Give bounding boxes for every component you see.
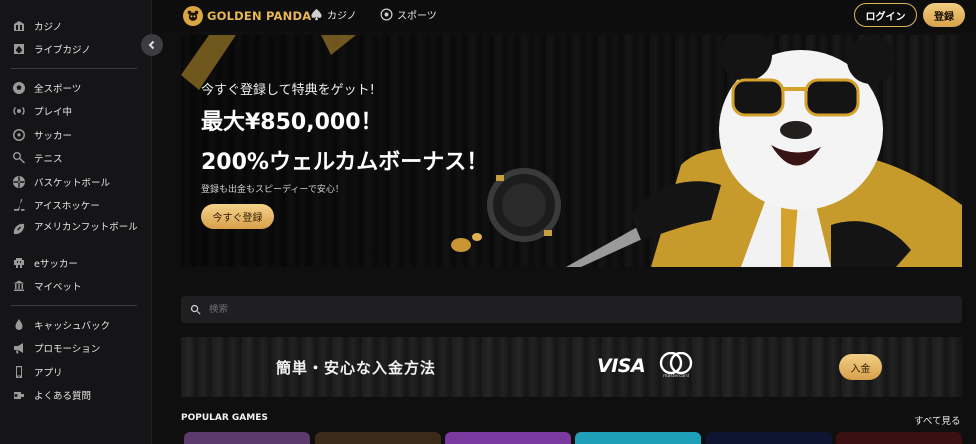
app-icon (11, 364, 26, 379)
sidebar-item-label: 全スポーツ (34, 83, 82, 95)
live-play-icon (11, 104, 26, 119)
register-button[interactable]: 登録 (923, 3, 965, 27)
hero-title-amount: 最大¥850,000！ (201, 110, 383, 135)
sidebar-item-basketball[interactable]: バスケットボール (0, 170, 151, 194)
search-input[interactable] (209, 304, 909, 315)
game-thumbnail[interactable] (575, 432, 701, 444)
mastercard-text: mastercard (663, 374, 689, 379)
sidebar-item-promotion[interactable]: プロモーション (0, 337, 151, 361)
sidebar-item-label: eサッカー (34, 258, 78, 270)
tennis-icon (11, 151, 26, 166)
game-thumbnail[interactable] (315, 432, 441, 444)
hero-note: 登録も出金もスピーディーで安心！ (201, 185, 344, 195)
sidebar-item-label: アイスホッケー (34, 201, 100, 213)
sidebar-item-label: キャッシュバック (34, 320, 111, 332)
deposit-title: 簡単・安心な入金方法 (276, 359, 437, 377)
hero-subtitle: 今すぐ登録して特典をゲット! (201, 83, 375, 98)
hero-title-bonus: 200%ウェルカムボーナス！ (201, 150, 489, 175)
cashback-icon (11, 317, 26, 332)
visa-logo: VISA (597, 355, 646, 377)
sidebar-item-label: バスケットボール (34, 177, 111, 189)
soccer-icon (11, 127, 26, 142)
sidebar-item-soccer[interactable]: サッカー (0, 123, 151, 147)
sidebar-item-app[interactable]: アプリ (0, 360, 151, 384)
nav-casino[interactable]: カジノ (310, 7, 357, 22)
game-thumbnail[interactable] (706, 432, 832, 444)
casino-icon (11, 18, 26, 33)
logo-text: GOLDEN PANDA (207, 9, 312, 23)
logo[interactable]: GOLDEN PANDA (183, 6, 311, 26)
sidebar-item-label: カジノ (34, 21, 63, 33)
sidebar-item-american-football[interactable]: アメリカンフットボール (0, 217, 151, 251)
deposit-banner: 簡単・安心な入金方法 VISA mastercard 入金 (181, 337, 962, 397)
sidebar-item-my-bets[interactable]: マイベット (0, 275, 151, 299)
app-root: カジノライブカジノ 全スポーツプレイ中サッカーテニスバスケットボール アイスホッケ… (0, 0, 976, 444)
sidebar-item-esoccer[interactable]: eサッカー (0, 251, 151, 275)
sidebar-item-label: プレイ中 (34, 107, 73, 119)
sports-ball-icon (380, 8, 393, 21)
hero-banner[interactable]: 今すぐ登録して特典をゲット! 最大¥850,000！ 200%ウェルカムボーナス… (181, 35, 962, 267)
panda-logo-icon (183, 6, 203, 26)
hero-register-button[interactable]: 今すぐ登録 (201, 204, 274, 229)
sidebar-collapse-button[interactable] (141, 34, 163, 56)
all-sports-icon (11, 80, 26, 95)
sidebar-item-live-casino[interactable]: ライブカジノ (0, 38, 151, 62)
nav-sports[interactable]: スポーツ (380, 7, 437, 22)
sidebar-item-label: ライブカジノ (34, 45, 91, 57)
american-football-icon (11, 221, 26, 236)
sidebar-item-label: テニス (34, 154, 63, 166)
deposit-button[interactable]: 入金 (839, 354, 882, 380)
login-button[interactable]: ログイン (854, 3, 917, 27)
live-casino-icon (11, 42, 26, 57)
game-thumbnail[interactable] (445, 432, 571, 444)
search-icon (190, 304, 201, 315)
spade-icon (311, 8, 322, 21)
game-thumbnail[interactable] (836, 432, 962, 444)
ice-hockey-icon (11, 198, 26, 213)
esoccer-icon (11, 255, 26, 270)
nav-sports-label: スポーツ (397, 11, 437, 22)
sidebar-item-tennis[interactable]: テニス (0, 147, 151, 171)
sidebar-item-label: アプリ (34, 367, 63, 379)
sidebar-item-all-sports[interactable]: 全スポーツ (0, 76, 151, 100)
sidebar-item-label: プロモーション (34, 344, 101, 356)
basketball-icon (11, 174, 26, 189)
search-bar[interactable] (181, 296, 962, 323)
see-all-link[interactable]: すべて見る (914, 413, 960, 427)
chevron-left-icon (148, 40, 155, 50)
sidebar-divider (11, 305, 137, 306)
sidebar-item-label: アメリカンフットボール (34, 222, 138, 233)
nav-casino-label: カジノ (327, 11, 357, 22)
sidebar-item-label: よくある質問 (34, 391, 92, 403)
promotion-icon (11, 341, 26, 356)
game-thumbnail[interactable] (184, 432, 310, 444)
faq-icon (11, 388, 26, 403)
sidebar-item-cashback[interactable]: キャッシュバック (0, 313, 151, 337)
sidebar: カジノライブカジノ 全スポーツプレイ中サッカーテニスバスケットボール アイスホッケ… (0, 0, 152, 444)
sidebar-item-ice-hockey[interactable]: アイスホッケー (0, 194, 151, 218)
popular-games-title: POPULAR GAMES (181, 413, 268, 423)
sidebar-item-live-play[interactable]: プレイ中 (0, 100, 151, 124)
hero-content: 今すぐ登録して特典をゲット! 最大¥850,000！ 200%ウェルカムボーナス… (201, 79, 488, 229)
sidebar-item-casino[interactable]: カジノ (0, 14, 151, 38)
sidebar-item-faq[interactable]: よくある質問 (0, 384, 151, 408)
sidebar-item-label: サッカー (34, 130, 73, 142)
top-header: GOLDEN PANDA カジノ スポーツ ログイン 登録 (152, 0, 976, 32)
my-bets-icon (11, 279, 26, 294)
sidebar-divider (11, 68, 137, 69)
sidebar-item-label: マイベット (34, 282, 82, 294)
